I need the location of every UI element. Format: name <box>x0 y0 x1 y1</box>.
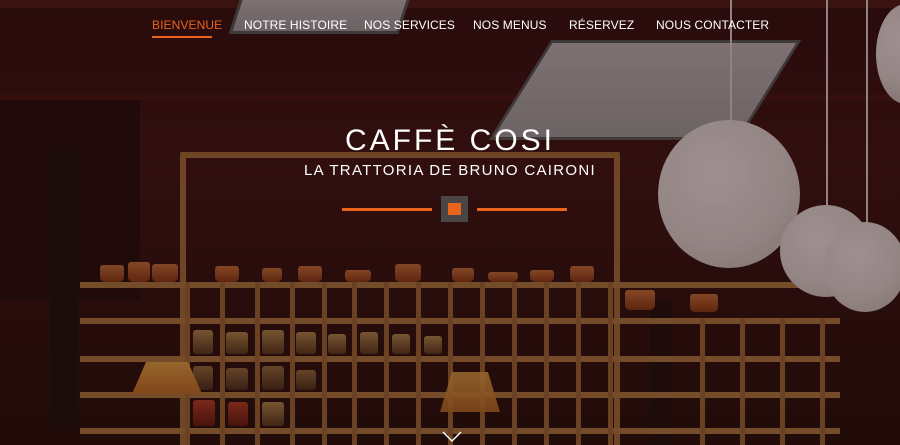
active-nav-underline <box>152 36 212 38</box>
divider-line-right <box>477 208 567 211</box>
nav-item-nos-menus[interactable]: NOS MENUS <box>473 18 547 32</box>
hero-subtitle: LA TRATTORIA DE BRUNO CAIRONI <box>304 162 596 179</box>
nav-item-notre-histoire[interactable]: NOTRE HISTOIRE <box>244 18 347 32</box>
main-navigation: BIENVENUE NOTRE HISTOIRE NOS SERVICES NO… <box>0 0 900 50</box>
divider-line-left <box>342 208 432 211</box>
hero-background-image <box>0 0 900 445</box>
divider-ornament-square <box>448 203 461 215</box>
hero-overlay <box>0 0 900 445</box>
nav-item-nous-contacter[interactable]: NOUS CONTACTER <box>656 18 769 32</box>
nav-item-bienvenue[interactable]: BIENVENUE <box>152 18 222 32</box>
nav-item-reservez[interactable]: RÉSERVEZ <box>569 18 634 32</box>
chevron-down-icon[interactable] <box>441 430 463 445</box>
nav-item-nos-services[interactable]: NOS SERVICES <box>364 18 455 32</box>
hero-title: CAFFÈ COSI <box>344 124 555 157</box>
divider-ornament <box>441 196 468 222</box>
